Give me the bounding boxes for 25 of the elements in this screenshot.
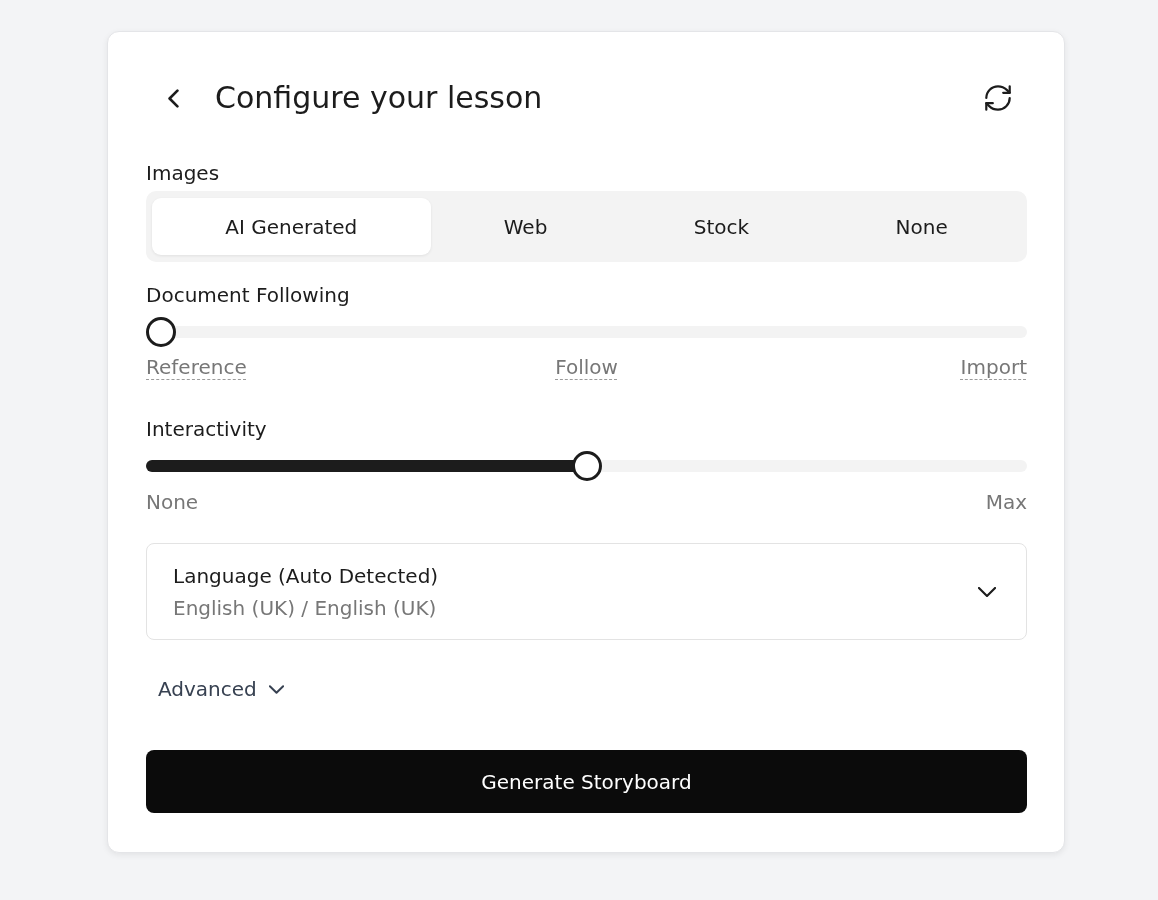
slider-thumb[interactable] — [571, 451, 602, 481]
image-source-tab[interactable]: None — [822, 198, 1021, 255]
refresh-icon[interactable] — [985, 85, 1011, 111]
slider-thumb[interactable] — [146, 317, 176, 347]
slider-mark-label: Max — [985, 489, 1027, 516]
image-source-tab[interactable]: Stock — [620, 198, 823, 255]
generate-storyboard-button[interactable]: Generate Storyboard — [146, 750, 1027, 813]
slider-mark-label: Follow — [555, 354, 618, 381]
language-value: English (UK) / English (UK) — [173, 595, 437, 622]
slider-mark-label: Reference — [146, 354, 247, 381]
language-label: Language (Auto Detected) — [173, 563, 439, 590]
image-source-tab[interactable]: AI Generated — [152, 198, 431, 255]
chevron-left-icon[interactable] — [168, 88, 179, 108]
slider-mark-label: Import — [960, 354, 1027, 381]
slider-mark-label: None — [146, 489, 199, 516]
images-label: Images — [146, 160, 220, 187]
advanced-toggle[interactable]: Advanced — [146, 675, 284, 703]
slider-label: Interactivity — [146, 416, 267, 443]
slider-track[interactable] — [146, 317, 1027, 347]
chevron-down-icon — [978, 587, 996, 597]
language-select[interactable]: Language (Auto Detected) English (UK) / English (UK) — [146, 543, 1027, 640]
image-source-tab[interactable]: Web — [430, 198, 621, 255]
slider-label: Document Following — [146, 282, 350, 309]
page-title: Configure your lesson — [215, 79, 543, 117]
slider-track[interactable] — [146, 451, 1027, 481]
